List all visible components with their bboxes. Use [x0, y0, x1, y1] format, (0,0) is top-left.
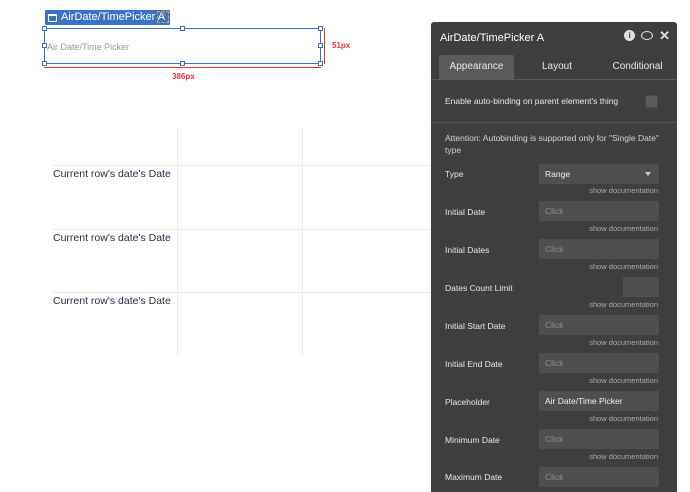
- date-picker-element[interactable]: Air Date/Time Picker: [44, 28, 321, 64]
- maximum-date-field[interactable]: Click: [539, 467, 659, 487]
- type-dropdown-value: Range: [545, 169, 571, 179]
- info-icon[interactable]: i: [624, 30, 636, 41]
- element-badge-icon[interactable]: ##: [157, 11, 169, 23]
- initial-dates-field[interactable]: Click: [539, 239, 659, 259]
- tab-appearance[interactable]: Appearance: [439, 55, 514, 79]
- field-label-initial-start-date: Initial Start Date: [445, 321, 506, 331]
- grid-row-divider: [53, 292, 431, 293]
- panel-title[interactable]: AirDate/TimePicker A: [440, 32, 544, 44]
- resize-handle-bottom[interactable]: [180, 61, 185, 66]
- element-name-label: AirDate/TimePicker A: [61, 11, 166, 23]
- placeholder-field[interactable]: Air Date/Time Picker: [539, 391, 659, 411]
- dates-count-limit-field[interactable]: [623, 277, 659, 297]
- height-dimension-line: [324, 28, 325, 64]
- property-editor-panel[interactable]: AirDate/TimePicker A i ✕ Appearance Layo…: [431, 22, 677, 492]
- tab-conditional[interactable]: Conditional: [600, 55, 675, 79]
- chevron-down-icon: [645, 172, 651, 176]
- grid-column-divider: [302, 128, 303, 356]
- grid-row-divider: [53, 165, 431, 166]
- field-label-placeholder: Placeholder: [445, 397, 490, 407]
- initial-end-date-field[interactable]: Click: [539, 353, 659, 373]
- panel-tabs: Appearance Layout Conditional: [431, 55, 677, 79]
- show-documentation-link[interactable]: show documentation: [589, 224, 658, 233]
- section-divider: [431, 122, 677, 123]
- resize-handle-top[interactable]: [180, 26, 185, 31]
- tab-layout[interactable]: Layout: [522, 55, 592, 79]
- resize-handle-right[interactable]: [318, 43, 323, 48]
- autobinding-attention-note: Attention: Autobinding is supported only…: [445, 133, 659, 155]
- field-label-type: Type: [445, 169, 464, 179]
- show-documentation-link[interactable]: show documentation: [589, 452, 658, 461]
- field-label-initial-date: Initial Date: [445, 207, 486, 217]
- show-documentation-link[interactable]: show documentation: [589, 376, 658, 385]
- resize-handle-top-left[interactable]: [42, 26, 47, 31]
- repeating-group-cell-text[interactable]: Current row's date's Date: [53, 295, 171, 307]
- type-dropdown[interactable]: Range: [539, 164, 659, 184]
- show-documentation-link[interactable]: show documentation: [589, 300, 658, 309]
- panel-header-icons: i ✕: [624, 29, 670, 42]
- repeating-group-cell-text[interactable]: Current row's date's Date: [53, 168, 171, 180]
- field-label-maximum-date: Maximum Date: [445, 472, 503, 482]
- tab-underline: [431, 79, 677, 80]
- resize-handle-left[interactable]: [42, 43, 47, 48]
- field-label-minimum-date: Minimum Date: [445, 435, 500, 445]
- date-picker-placeholder: Air Date/Time Picker: [47, 42, 130, 52]
- width-dimension-line: [44, 67, 321, 68]
- show-documentation-link[interactable]: show documentation: [589, 414, 658, 423]
- minimum-date-field[interactable]: Click: [539, 429, 659, 449]
- grid-row-divider: [53, 229, 431, 230]
- editor-canvas[interactable]: AirDate/TimePicker A ## Air Date/Time Pi…: [0, 0, 690, 492]
- initial-start-date-field[interactable]: Click: [539, 315, 659, 335]
- show-documentation-link[interactable]: show documentation: [589, 262, 658, 271]
- resize-handle-top-right[interactable]: [318, 26, 323, 31]
- element-name-tag[interactable]: AirDate/TimePicker A: [45, 10, 171, 25]
- field-label-dates-count-limit: Dates Count Limit: [445, 283, 513, 293]
- repeating-group-cell-text[interactable]: Current row's date's Date: [53, 232, 171, 244]
- show-documentation-link[interactable]: show documentation: [589, 186, 658, 195]
- close-icon[interactable]: ✕: [659, 29, 670, 42]
- calendar-icon: [48, 13, 57, 22]
- autobinding-label: Enable auto-binding on parent element's …: [445, 96, 619, 106]
- initial-date-field[interactable]: Click: [539, 201, 659, 221]
- field-label-initial-end-date: Initial End Date: [445, 359, 503, 369]
- resize-handle-bottom-right[interactable]: [318, 61, 323, 66]
- width-dimension-label: 386px: [172, 72, 195, 81]
- comment-icon[interactable]: [641, 31, 654, 40]
- height-dimension-label: 51px: [332, 41, 351, 50]
- autobinding-checkbox[interactable]: [645, 95, 658, 108]
- field-label-initial-dates: Initial Dates: [445, 245, 490, 255]
- grid-column-divider: [177, 128, 178, 356]
- show-documentation-link[interactable]: show documentation: [589, 338, 658, 347]
- resize-handle-bottom-left[interactable]: [42, 61, 47, 66]
